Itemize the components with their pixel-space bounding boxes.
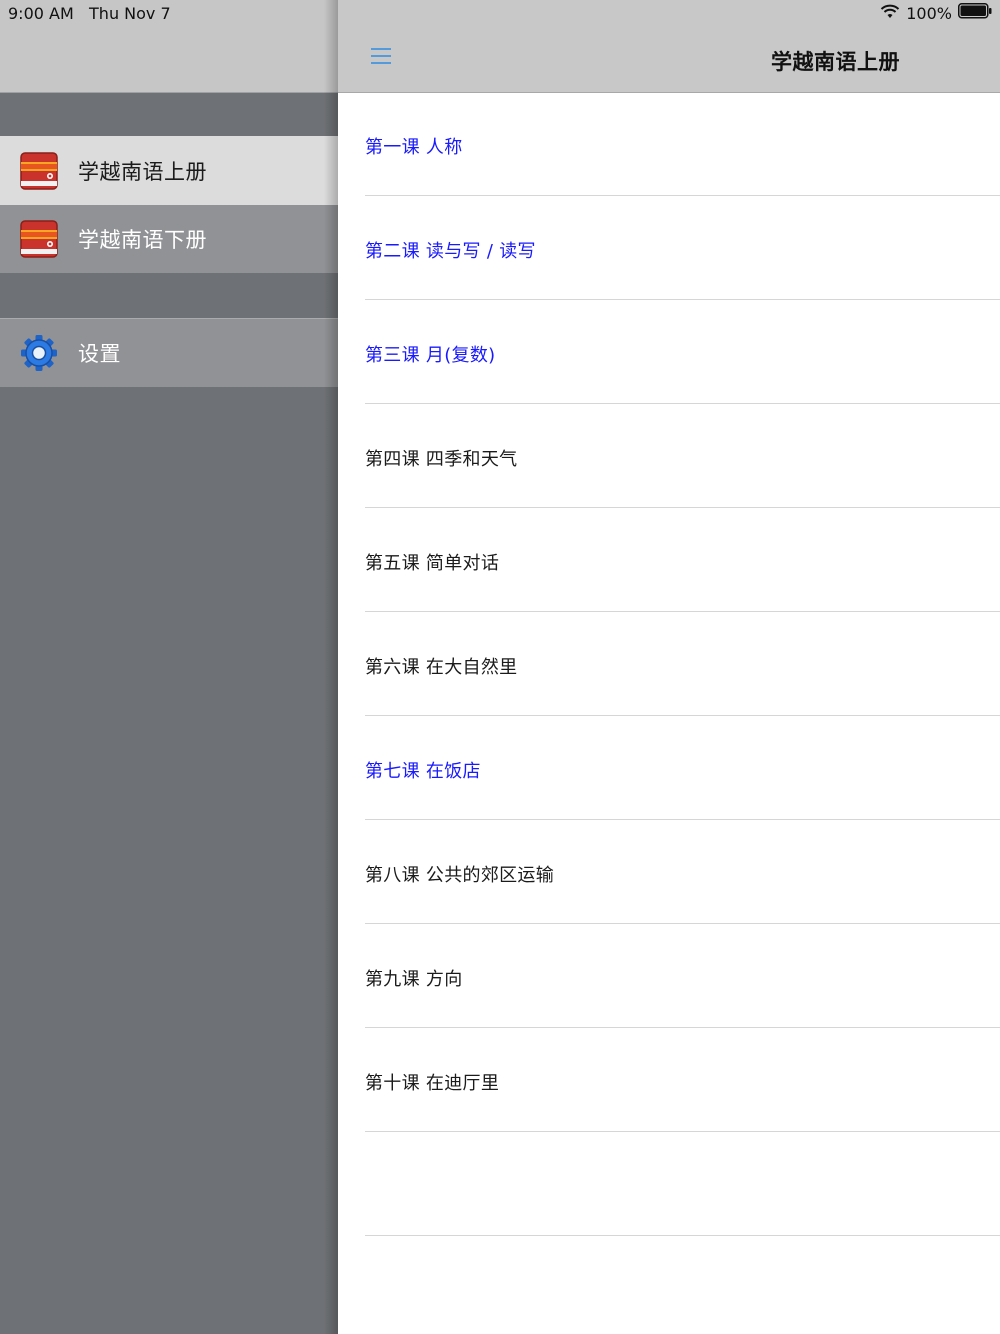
lesson-label: 第三课 月(复数) bbox=[365, 345, 496, 366]
sidebar: 学越南语上册 学越南语下册 设置 bbox=[0, 0, 338, 1334]
lesson-label: 第八课 公共的郊区运输 bbox=[365, 865, 555, 886]
lesson-label: 第一课 人称 bbox=[365, 137, 463, 158]
sidebar-item-book-volume-2[interactable]: 学越南语下册 bbox=[0, 205, 338, 273]
wifi-icon bbox=[880, 4, 900, 23]
lesson-list: 第一课 人称第二课 读与写 / 读写 第三课 月(复数) 第四课 四季和天气 第五课 … bbox=[338, 92, 1000, 1236]
lesson-row[interactable]: 第十课 在迪厅里 bbox=[338, 1028, 1000, 1132]
lesson-label: 第五课 简单对话 bbox=[365, 553, 500, 574]
lesson-row[interactable]: 第八课 公共的郊区运输 bbox=[338, 820, 1000, 924]
book-icon bbox=[19, 219, 59, 259]
status-date: Thu Nov 7 bbox=[89, 4, 171, 23]
sidebar-item-settings[interactable]: 设置 bbox=[0, 318, 338, 387]
lesson-row[interactable] bbox=[338, 1132, 1000, 1236]
status-bar-time: 9:00 AM Thu Nov 7 bbox=[8, 4, 171, 23]
lesson-label: 第七课 在饭店 bbox=[365, 761, 481, 782]
row-separator bbox=[365, 1235, 1000, 1236]
sidebar-item-book-volume-1[interactable]: 学越南语上册 bbox=[0, 136, 338, 205]
sidebar-shadow bbox=[324, 0, 338, 1334]
lesson-row[interactable]: 第三课 月(复数) bbox=[338, 300, 1000, 404]
main-panel: 学越南语上册 第一课 人称第二课 读与写 / 读写 第三课 月(复数) 第四课 四季… bbox=[338, 0, 1000, 1334]
hamburger-menu-icon[interactable] bbox=[370, 46, 392, 66]
lesson-row[interactable]: 第六课 在大自然里 bbox=[338, 612, 1000, 716]
book-icon bbox=[19, 151, 59, 191]
app-window: 学越南语上册 学越南语下册 设置 9:00 AM Thu Nov 7 学越南语上… bbox=[0, 0, 1000, 1334]
lesson-label: 第九课 方向 bbox=[365, 969, 463, 990]
status-time: 9:00 AM bbox=[8, 4, 74, 23]
battery-icon bbox=[958, 3, 992, 23]
sidebar-item-label: 学越南语下册 bbox=[78, 228, 207, 252]
lesson-row[interactable]: 第七课 在饭店 bbox=[338, 716, 1000, 820]
status-bar-right: 100% bbox=[880, 2, 992, 24]
lesson-row[interactable]: 第四课 四季和天气 bbox=[338, 404, 1000, 508]
lesson-row[interactable]: 第二课 读与写 / 读写 bbox=[338, 196, 1000, 300]
sidebar-item-label: 学越南语上册 bbox=[78, 159, 207, 184]
lesson-row[interactable]: 第一课 人称 bbox=[338, 92, 1000, 196]
lesson-row[interactable]: 第九课 方向 bbox=[338, 924, 1000, 1028]
page-title: 学越南语上册 bbox=[771, 50, 900, 74]
gear-icon bbox=[19, 333, 59, 373]
lesson-label: 第四课 四季和天气 bbox=[365, 449, 518, 470]
lesson-label: 第二课 读与写 / 读写 bbox=[365, 241, 536, 262]
lesson-label: 第十课 在迪厅里 bbox=[365, 1073, 500, 1094]
lesson-row[interactable]: 第五课 简单对话 bbox=[338, 508, 1000, 612]
sidebar-item-label: 设置 bbox=[78, 342, 121, 366]
lesson-label: 第六课 在大自然里 bbox=[365, 657, 518, 678]
battery-percent: 100% bbox=[906, 3, 952, 23]
